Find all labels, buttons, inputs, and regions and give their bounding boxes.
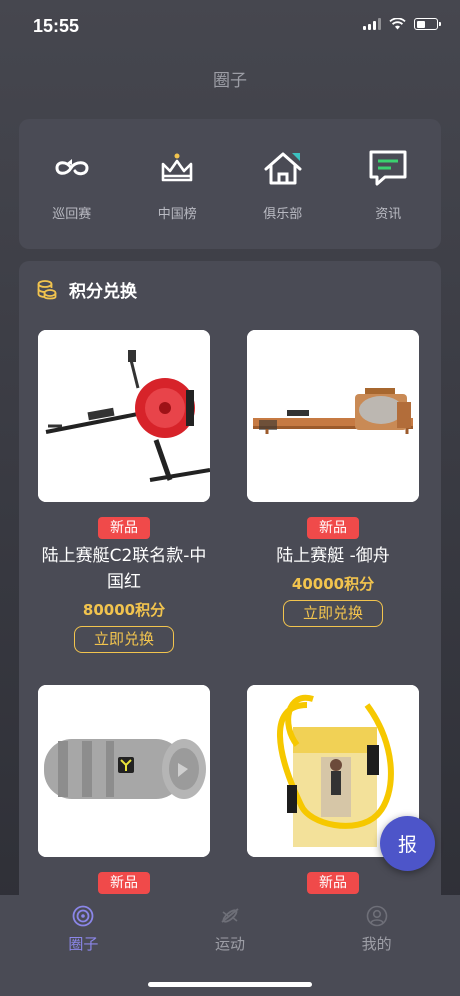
product-card[interactable]: 新品 陆上赛艇C2联名款-中国红 80000积分 立即兑换 — [24, 330, 224, 653]
product-points: 80000积分 — [82, 601, 166, 619]
tour-loop-icon — [55, 158, 89, 175]
product-card[interactable]: 新品 — [24, 685, 224, 894]
coins-icon — [37, 279, 57, 299]
quick-nav-card: 巡回赛 中国榜 俱乐部 资讯 — [19, 119, 441, 249]
section-title: 积分兑换 — [69, 282, 137, 302]
tab-label: 运动 — [214, 935, 245, 953]
tab-sport[interactable]: 运动 — [170, 895, 290, 996]
product-points: 40000积分 — [291, 575, 375, 593]
home-icon — [264, 152, 302, 184]
quick-nav-news[interactable]: 资讯 — [343, 147, 433, 222]
quick-nav-club[interactable]: 俱乐部 — [238, 147, 328, 222]
quick-nav-rank[interactable]: 中国榜 — [132, 147, 222, 222]
foam-roller-image — [38, 685, 210, 857]
battery-icon — [414, 18, 441, 30]
report-float-button[interactable]: 报 — [380, 816, 435, 871]
redeem-button[interactable]: 立即兑换 — [283, 600, 383, 627]
section-header: 积分兑换 — [37, 277, 137, 302]
redeem-button[interactable]: 立即兑换 — [74, 626, 174, 653]
page-title: 圈子 — [213, 71, 247, 91]
tab-circle[interactable]: 圈子 — [23, 895, 143, 996]
quick-nav-label: 中国榜 — [157, 206, 197, 222]
product-image-rowing-machine-wood[interactable] — [247, 330, 419, 502]
wifi-icon — [389, 18, 406, 30]
tab-mine[interactable]: 我的 — [317, 895, 437, 996]
product-name: 陆上赛艇C2联名款-中国红 — [41, 546, 207, 592]
new-badge: 新品 — [307, 872, 359, 894]
quick-nav-tour[interactable]: 巡回赛 — [27, 147, 117, 222]
wooden-rower-image — [247, 330, 419, 502]
new-badge: 新品 — [98, 872, 150, 894]
tab-bar: 圈子 运动 我的 — [0, 895, 460, 996]
quick-nav-label: 俱乐部 — [263, 206, 303, 222]
new-badge: 新品 — [98, 517, 150, 539]
news-chat-icon — [369, 150, 407, 185]
tab-label: 我的 — [361, 935, 392, 953]
home-indicator[interactable] — [148, 982, 312, 987]
points-exchange-card: 积分兑换 新品 陆上赛艇C2联名款-中国红 80000积分 立即兑换 新品 陆上… — [19, 261, 441, 961]
rowing-icon — [221, 908, 239, 923]
quick-nav-label: 巡回赛 — [52, 206, 92, 222]
quick-nav-label: 资讯 — [375, 206, 402, 222]
product-card[interactable]: 新品 陆上赛艇 -御舟 40000积分 立即兑换 — [233, 330, 433, 627]
new-badge: 新品 — [307, 517, 359, 539]
user-icon — [366, 905, 387, 927]
product-image-foam-roller[interactable] — [38, 685, 210, 857]
signal-icon — [363, 18, 381, 30]
product-image-rowing-machine-red[interactable] — [38, 330, 210, 502]
circle-target-icon — [72, 905, 94, 927]
status-time: 15:55 — [33, 16, 80, 36]
status-bar: 15:55 — [0, 0, 460, 56]
rowing-machine-image — [38, 330, 210, 502]
status-icons — [363, 18, 441, 30]
product-name: 陆上赛艇 -御舟 — [276, 546, 390, 566]
crown-icon — [161, 153, 193, 181]
tab-label: 圈子 — [68, 935, 99, 953]
